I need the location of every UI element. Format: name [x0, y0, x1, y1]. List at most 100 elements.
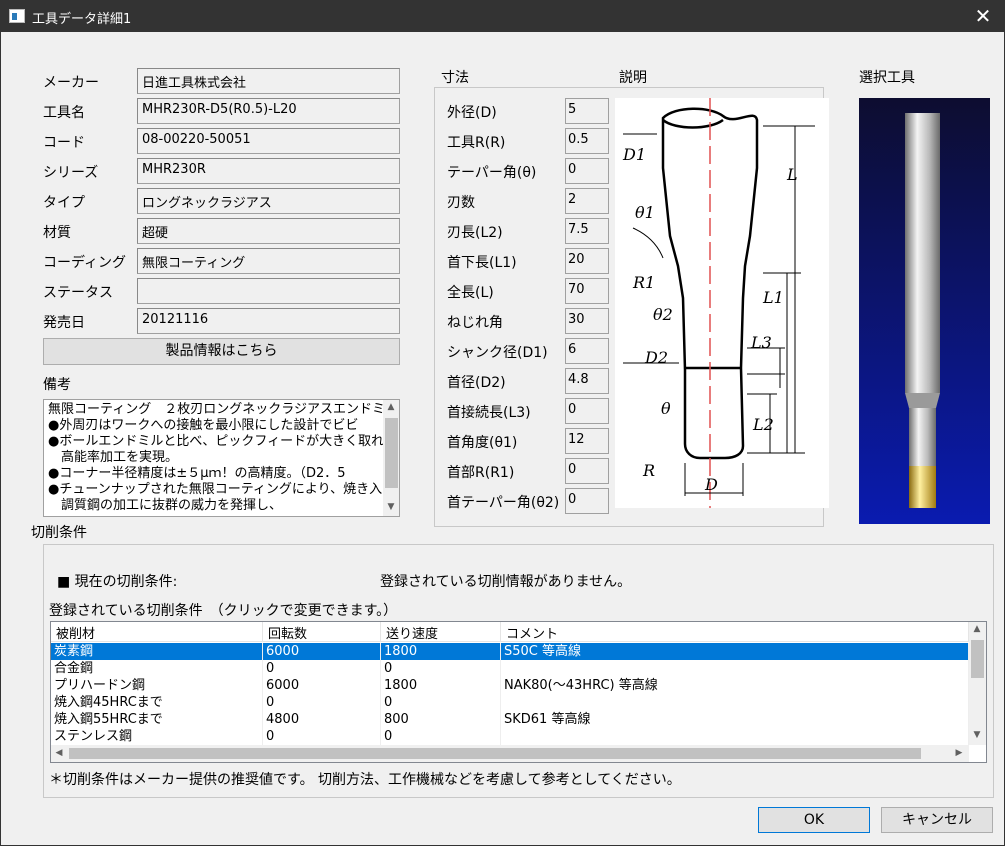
- mark-theta: θ: [661, 399, 671, 418]
- table-vscroll-thumb[interactable]: [971, 640, 984, 678]
- table-vscrollbar[interactable]: ▲ ▼: [969, 622, 986, 745]
- info-label: コード: [43, 135, 85, 151]
- notes-text: 無限コーティング ２枚刃ロングネックラジアスエンドミル ●外周刃はワークへの接触…: [48, 402, 383, 513]
- dimension-label: 全長(L): [447, 285, 494, 301]
- table-cell: 4800: [263, 711, 381, 728]
- table-row[interactable]: ステンレス鋼 0 0: [51, 728, 969, 745]
- table-scroll-down-icon[interactable]: ▼: [969, 730, 985, 740]
- dimension-value[interactable]: 2: [565, 188, 609, 214]
- table-cell: 6000: [263, 677, 381, 694]
- dimension-value[interactable]: 20: [565, 248, 609, 274]
- product-info-button[interactable]: 製品情報はこちら: [43, 338, 400, 365]
- column-header[interactable]: 回転数: [263, 622, 381, 642]
- dimension-label: 首下長(L1): [447, 255, 517, 271]
- dimension-value[interactable]: 6: [565, 338, 609, 364]
- dimension-label: 首テーパー角(θ2): [447, 495, 560, 511]
- info-field[interactable]: 日進工具株式会社: [137, 68, 400, 94]
- scroll-down-icon[interactable]: ▼: [383, 502, 399, 512]
- mark-L3: L3: [750, 333, 772, 352]
- info-field[interactable]: 20121116: [137, 308, 400, 334]
- info-field[interactable]: MHR230R: [137, 158, 400, 184]
- table-row[interactable]: プリハードン鋼 6000 1800 NAK80(～43HRC) 等高線: [51, 677, 969, 694]
- dimension-value[interactable]: 0: [565, 458, 609, 484]
- dimension-value[interactable]: 30: [565, 308, 609, 334]
- table-cell: 0: [263, 694, 381, 711]
- dimension-value[interactable]: 70: [565, 278, 609, 304]
- table-scroll-left-icon[interactable]: ◀: [51, 748, 67, 758]
- dimension-label: 工具R(R): [447, 135, 506, 151]
- table-cell: 焼入鋼45HRCまで: [51, 694, 263, 711]
- table-cell: [501, 694, 969, 711]
- notes-scroll-thumb[interactable]: [385, 418, 398, 488]
- close-button[interactable]: ✕: [960, 1, 1005, 32]
- info-field[interactable]: MHR230R-D5(R0.5)-L20: [137, 98, 400, 124]
- cancel-button[interactable]: キャンセル: [881, 807, 993, 833]
- diagram-label: 説明: [619, 70, 647, 86]
- table-cell: 焼入鋼55HRCまで: [51, 711, 263, 728]
- dimension-value[interactable]: 0: [565, 398, 609, 424]
- table-row[interactable]: 焼入鋼55HRCまで 4800 800 SKD61 等高線: [51, 711, 969, 728]
- cutting-table[interactable]: 被削材 回転数 送り速度 コメント 炭素鋼 6000 1800 S50C 等高線 合金鋼 0 0 プ…: [50, 621, 987, 763]
- dimension-value[interactable]: 0.5: [565, 128, 609, 154]
- info-field[interactable]: 無限コーティング: [137, 248, 400, 274]
- table-cell: 1800: [381, 677, 501, 694]
- info-field[interactable]: 超硬: [137, 218, 400, 244]
- current-cutting-label: ■ 現在の切削条件:: [57, 574, 178, 590]
- info-field[interactable]: 08-00220-50051: [137, 128, 400, 154]
- dimension-label: 首角度(θ1): [447, 435, 518, 451]
- dimension-label: 外径(D): [447, 105, 497, 121]
- info-label: 材質: [43, 225, 71, 241]
- table-cell: 0: [381, 694, 501, 711]
- dimension-label: テーパー角(θ): [447, 165, 537, 181]
- mark-D2: D2: [644, 348, 668, 367]
- dimension-value[interactable]: 5: [565, 98, 609, 124]
- registered-cutting-label: 登録されている切削条件 （クリックで変更できます。）: [49, 603, 398, 619]
- mark-R1: R1: [632, 273, 655, 292]
- table-cell: 0: [263, 728, 381, 745]
- dimension-value[interactable]: 0: [565, 158, 609, 184]
- dimension-label: 刃長(L2): [447, 225, 503, 241]
- column-header[interactable]: 送り速度: [381, 622, 501, 642]
- column-header[interactable]: 被削材: [51, 622, 263, 642]
- ok-button[interactable]: OK: [758, 807, 870, 833]
- dimension-value[interactable]: 4.8: [565, 368, 609, 394]
- tool-dimension-diagram: D1 L θ1 R1 L1 θ2 L3 D2 θ L2 R D: [615, 98, 829, 508]
- table-cell: 6000: [263, 643, 381, 660]
- notes-scrollbar[interactable]: ▲ ▼: [383, 400, 399, 516]
- dimension-value[interactable]: 0: [565, 488, 609, 514]
- table-cell: ステンレス鋼: [51, 728, 263, 745]
- cutting-group-label: 切削条件: [31, 525, 87, 541]
- table-cell: NAK80(～43HRC) 等高線: [501, 677, 969, 694]
- current-cutting-value: 登録されている切削情報がありません。: [380, 574, 632, 590]
- info-label: タイプ: [43, 195, 85, 211]
- table-cell: SKD61 等高線: [501, 711, 969, 728]
- table-cell: 0: [263, 660, 381, 677]
- column-header[interactable]: コメント: [501, 622, 969, 642]
- dimension-value[interactable]: 12: [565, 428, 609, 454]
- notes-label: 備考: [43, 377, 71, 393]
- dimension-label: シャンク径(D1): [447, 345, 548, 361]
- info-field[interactable]: [137, 278, 400, 304]
- table-hscroll-thumb[interactable]: [69, 748, 921, 759]
- info-field[interactable]: ロングネックラジアス: [137, 188, 400, 214]
- app-icon: [9, 9, 25, 23]
- scroll-up-icon[interactable]: ▲: [383, 402, 399, 412]
- mark-L1: L1: [762, 288, 784, 307]
- table-scroll-up-icon[interactable]: ▲: [969, 624, 985, 634]
- dimension-label: 首部R(R1): [447, 465, 515, 481]
- mark-L: L: [786, 165, 798, 184]
- mark-R: R: [642, 461, 655, 480]
- dialog-window: 工具データ詳細1 ✕ メーカー 日進工具株式会社 工具名 MHR230R-D5(R0.…: [0, 0, 1005, 846]
- notes-textarea[interactable]: 無限コーティング ２枚刃ロングネックラジアスエンドミル ●外周刃はワークへの接触…: [43, 399, 400, 517]
- table-cell: 1800: [381, 643, 501, 660]
- info-label: 発売日: [43, 315, 85, 331]
- dimension-value[interactable]: 7.5: [565, 218, 609, 244]
- mark-theta2: θ2: [653, 305, 673, 324]
- table-row[interactable]: 炭素鋼 6000 1800 S50C 等高線: [51, 643, 969, 660]
- table-row[interactable]: 合金鋼 0 0: [51, 660, 969, 677]
- table-cell: [501, 660, 969, 677]
- table-scroll-right-icon[interactable]: ▶: [951, 748, 967, 758]
- table-row[interactable]: 焼入鋼45HRCまで 0 0: [51, 694, 969, 711]
- table-hscrollbar[interactable]: ◀ ▶: [51, 745, 969, 762]
- tool-3d-preview: [859, 98, 990, 524]
